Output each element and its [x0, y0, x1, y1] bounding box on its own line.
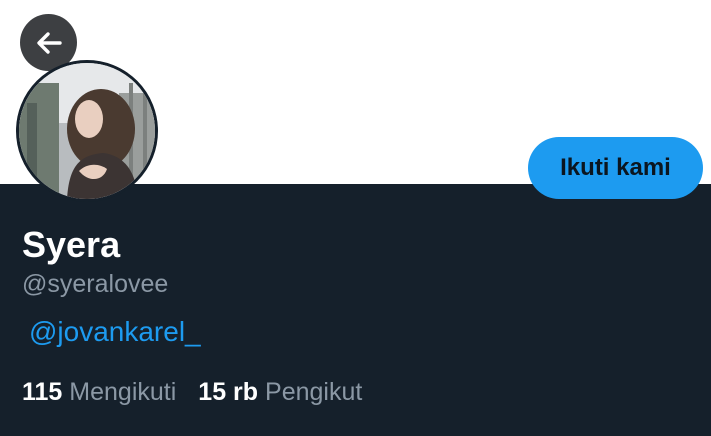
follow-button[interactable]: Ikuti kami — [528, 137, 703, 199]
following-count: 115 — [22, 378, 63, 406]
followers-label: Pengikut — [265, 378, 363, 406]
arrow-left-icon — [36, 31, 62, 54]
following-stat[interactable]: 115 Mengikuti — [22, 378, 176, 406]
profile-stats: 115 Mengikuti 15 rb Pengikut — [22, 378, 362, 407]
bio-mention-link[interactable]: @jovankarel_ — [29, 316, 201, 348]
followers-count: 15 rb — [198, 378, 259, 406]
avatar[interactable] — [16, 60, 158, 202]
avatar-photo — [19, 63, 155, 199]
display-name: Syera — [22, 224, 121, 265]
followers-stat[interactable]: 15 rb Pengikut — [198, 378, 362, 406]
following-label: Mengikuti — [69, 378, 177, 406]
user-handle: @syeralovee — [22, 270, 169, 298]
